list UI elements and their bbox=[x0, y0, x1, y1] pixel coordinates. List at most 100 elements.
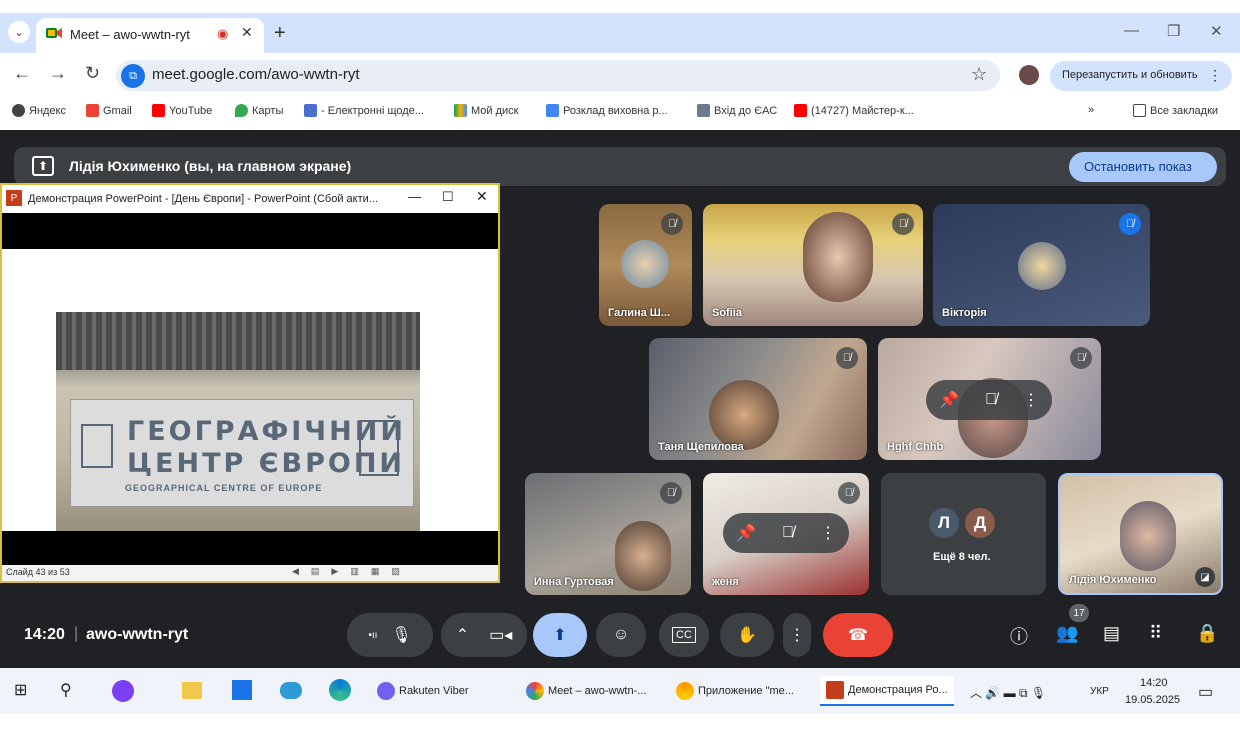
taskbar-app-powerpoint[interactable]: Демонстрация Ро... bbox=[820, 676, 954, 706]
info-icon[interactable]: ⓘ bbox=[1010, 623, 1028, 649]
minimize-icon[interactable]: — bbox=[408, 189, 421, 204]
leave-call-button[interactable]: ☎ bbox=[823, 613, 893, 657]
site-info-icon[interactable]: ⧉ bbox=[121, 64, 145, 88]
avatar bbox=[621, 240, 669, 288]
globe-icon bbox=[12, 104, 25, 117]
bookmark-star-icon[interactable]: ☆ bbox=[971, 64, 987, 85]
language-indicator[interactable]: УКР bbox=[1090, 686, 1109, 697]
more-options-button[interactable]: ⋮ bbox=[783, 613, 811, 657]
gmail-icon bbox=[86, 104, 99, 117]
present-icon: ⬆ bbox=[32, 156, 54, 176]
taskbar-app-viber[interactable]: Rakuten Viber bbox=[371, 676, 475, 706]
participant-tile[interactable]: 🎙̸ 📌 🎙̸ ⋮ Hghf Chhb bbox=[878, 338, 1101, 460]
bookmark-label: Вхід до ЄАС bbox=[714, 104, 778, 117]
mic-off-icon: 🎙̸ bbox=[836, 347, 858, 369]
bookmark-youtube[interactable]: YouTube bbox=[152, 104, 212, 117]
participant-tile[interactable]: 🎙̸ Инна Гуртовая bbox=[525, 473, 691, 595]
taskbar-app-label: Rakuten Viber bbox=[399, 685, 469, 697]
clock-time[interactable]: 14:20 bbox=[1140, 677, 1168, 689]
notifications-icon[interactable]: ▭ bbox=[1198, 682, 1213, 702]
docs-icon bbox=[546, 104, 559, 117]
participant-tile[interactable]: 🎙̸ Таня Щепилова bbox=[649, 338, 867, 460]
activities-icon[interactable]: ⠿ bbox=[1149, 623, 1162, 644]
more-options-icon[interactable]: ⋮ bbox=[820, 523, 836, 543]
more-participants-label: Ещё 8 чел. bbox=[933, 551, 991, 563]
address-bar[interactable]: ⧉ meet.google.com/awo-wwtn-ryt ☆ bbox=[116, 60, 1000, 91]
back-icon[interactable]: ← bbox=[13, 63, 31, 84]
slide: ГЕОГРАФІЧНИЙ ЦЕНТР ЄВРОПИ GEOGRAPHICAL C… bbox=[2, 249, 498, 580]
clock-date[interactable]: 19.05.2025 bbox=[1125, 694, 1180, 706]
forward-icon[interactable]: → bbox=[49, 63, 67, 84]
taskbar-app-meet[interactable]: Meet – awo-wwtn-... bbox=[520, 676, 652, 706]
store-icon[interactable] bbox=[232, 680, 252, 700]
more-bookmarks-icon[interactable]: » bbox=[1088, 104, 1094, 116]
participant-tile[interactable]: 🎙̸ Галина Ш... bbox=[599, 204, 692, 326]
taskbar-app-label: Приложение "me... bbox=[698, 685, 794, 697]
restore-icon[interactable]: ❐ bbox=[1167, 22, 1180, 40]
view-controls-icon[interactable]: ◀▤▶▥▦▧ bbox=[292, 566, 412, 577]
chat-icon[interactable]: ▤ bbox=[1103, 623, 1120, 644]
host-controls-icon[interactable]: 🔒 bbox=[1196, 623, 1218, 644]
search-icon[interactable]: ⚲ bbox=[60, 680, 72, 700]
more-options-icon[interactable]: ⋮ bbox=[1023, 390, 1039, 410]
participant-name: Таня Щепилова bbox=[658, 441, 744, 453]
close-window-icon[interactable]: ✕ bbox=[476, 188, 488, 205]
onedrive-icon[interactable] bbox=[280, 682, 302, 699]
minimize-icon[interactable]: — bbox=[1124, 22, 1139, 39]
sign-line: GEOGRAPHICAL CENTRE OF EUROPE bbox=[125, 483, 323, 493]
pin-icon[interactable]: 📌 bbox=[939, 390, 959, 410]
alice-icon[interactable] bbox=[112, 680, 134, 702]
close-tab-icon[interactable]: ✕ bbox=[241, 24, 253, 41]
stop-presenting-button[interactable]: Остановить показ bbox=[1069, 152, 1217, 182]
present-screen-button[interactable]: ⬆ bbox=[533, 613, 587, 657]
browser-tab[interactable]: Meet – awo-wwtn-ryt ◉ ✕ bbox=[36, 18, 264, 53]
self-tile[interactable]: Лідія Юхименко ◪ bbox=[1058, 473, 1223, 595]
all-bookmarks[interactable]: Все закладки bbox=[1133, 104, 1218, 117]
windows-start-icon[interactable]: ⊞ bbox=[14, 680, 27, 700]
edge-icon[interactable] bbox=[329, 679, 351, 701]
tray-icons[interactable]: ︿ 🔊 ▬ ⧉ 🎙 bbox=[970, 684, 1046, 701]
maximize-icon[interactable]: ☐ bbox=[442, 189, 454, 205]
reload-icon[interactable]: ↻ bbox=[85, 63, 100, 84]
participant-tile[interactable]: 🎙̸ Вікторія bbox=[933, 204, 1150, 326]
bookmark-maps[interactable]: Карты bbox=[235, 104, 283, 117]
participant-tile[interactable]: 🎙̸ Sofiia bbox=[703, 204, 923, 326]
people-icon[interactable]: 👥 bbox=[1056, 623, 1078, 644]
microphone-button[interactable]: •ıı 🎙 bbox=[347, 613, 433, 657]
mute-participant-icon[interactable]: 🎙̸ bbox=[985, 391, 997, 409]
video-feed bbox=[615, 521, 671, 591]
more-participants-tile[interactable]: Л Д Ещё 8 чел. bbox=[881, 473, 1046, 595]
file-explorer-icon[interactable] bbox=[182, 682, 202, 699]
ppt-status-bar: Слайд 43 из 53 ◀▤▶▥▦▧ bbox=[2, 565, 498, 581]
captions-button[interactable]: CC bbox=[659, 613, 709, 657]
self-view-icon[interactable]: ◪ bbox=[1195, 567, 1215, 587]
camera-button[interactable]: ⌃ ▭◂ bbox=[441, 613, 527, 657]
raise-hand-button[interactable]: ✋ bbox=[720, 613, 774, 657]
bookmark-eas[interactable]: Вхід до ЄАС bbox=[697, 104, 777, 117]
bear-emblem-icon bbox=[359, 420, 399, 476]
powerpoint-window[interactable]: P Демонстрация PowerPoint - [День Європи… bbox=[0, 183, 500, 583]
close-window-icon[interactable]: ✕ bbox=[1210, 22, 1223, 40]
chevron-down-icon[interactable]: ⌄ bbox=[8, 21, 30, 43]
restart-update-button[interactable]: Перезапустить и обновить ⋮ bbox=[1050, 61, 1232, 91]
taskbar-app-yandex[interactable]: Приложение "me... bbox=[670, 676, 800, 706]
bookmark-diary[interactable]: - Електронні щоде... bbox=[304, 104, 424, 117]
mic-off-icon: 🎙̸ bbox=[892, 213, 914, 235]
bookmark-gmail[interactable]: Gmail bbox=[86, 104, 132, 117]
participant-tile[interactable]: 🎙̸ 📌 🎙̸ ⋮ женя bbox=[703, 473, 869, 595]
presenting-label: Лідія Юхименко (вы, на главном экране) bbox=[69, 158, 352, 174]
bookmark-yandex[interactable]: Яндекс bbox=[12, 104, 66, 117]
chrome-icon bbox=[526, 682, 544, 700]
powerpoint-icon: P bbox=[6, 190, 22, 206]
hand-icon: ✋ bbox=[737, 627, 757, 644]
bookmark-schedule[interactable]: Розклад виховна р... bbox=[546, 104, 668, 117]
emoji-button[interactable]: ☺ bbox=[596, 613, 646, 657]
profile-avatar[interactable] bbox=[1019, 65, 1039, 85]
new-tab-icon[interactable]: + bbox=[274, 22, 286, 45]
mute-participant-icon[interactable]: 🎙̸ bbox=[782, 524, 794, 542]
pin-icon[interactable]: 📌 bbox=[736, 523, 756, 543]
restart-label: Перезапустить и обновить bbox=[1062, 69, 1198, 81]
bookmark-label: Яндекс bbox=[29, 104, 66, 117]
bookmark-master[interactable]: (14727) Майстер-к... bbox=[794, 104, 914, 117]
bookmark-drive[interactable]: Мой диск bbox=[454, 104, 518, 117]
